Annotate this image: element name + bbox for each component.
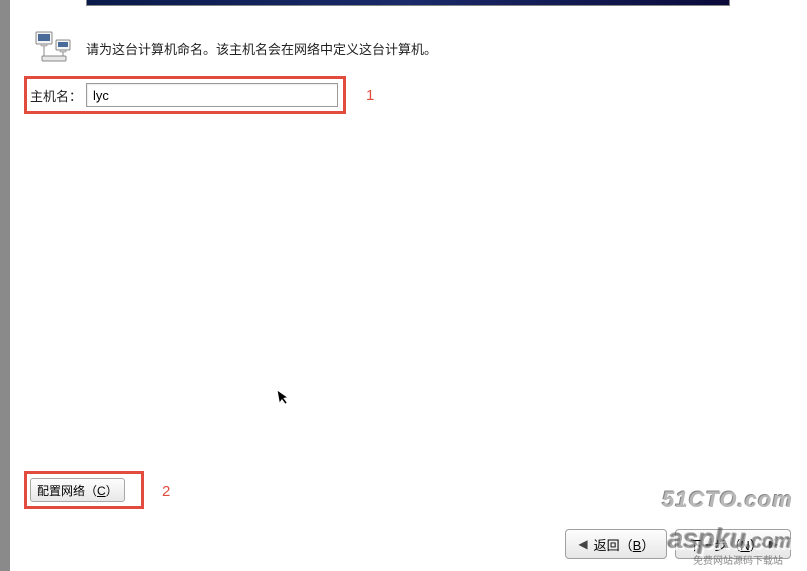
- instruction-row: 请为这台计算机命名。该主机名会在网络中定义这台计算机。: [34, 30, 437, 66]
- annotation-2: 2: [162, 483, 170, 500]
- cursor-icon: [276, 387, 294, 412]
- installer-banner: [86, 0, 730, 6]
- computer-network-icon: [34, 30, 76, 66]
- btn-text: 返回（B）: [594, 535, 655, 554]
- btn-label-part: ）: [106, 484, 118, 498]
- back-button[interactable]: ◀ 返回（B）: [565, 529, 667, 559]
- instruction-text: 请为这台计算机命名。该主机名会在网络中定义这台计算机。: [86, 39, 437, 58]
- watermark-51cto: 51CTO.com: [662, 487, 793, 513]
- arrow-left-icon: ◀: [578, 537, 587, 551]
- configure-network-button[interactable]: 配置网络（C）: [30, 478, 125, 502]
- hostname-input[interactable]: [86, 83, 338, 107]
- btn-label-underline: C: [97, 484, 106, 498]
- watermark-aspku-sub: 免费网站源码下载站: [693, 552, 783, 567]
- btn-label-part: 配置网络（: [37, 484, 97, 498]
- watermark-aspku: aspku.com: [668, 523, 791, 555]
- hostname-label: 主机名：: [30, 86, 82, 105]
- annotation-1: 1: [366, 87, 374, 104]
